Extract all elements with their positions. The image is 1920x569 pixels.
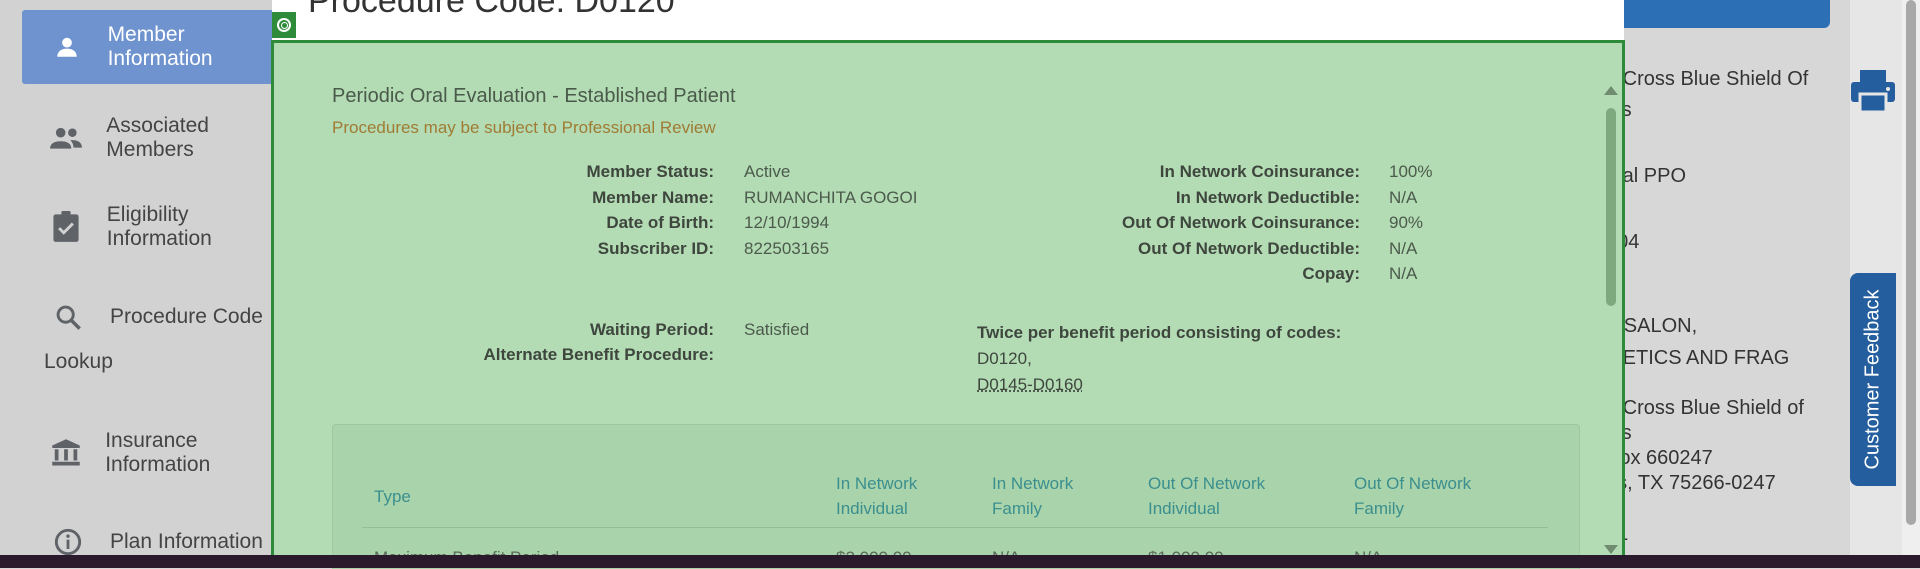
member-status-value: Active [744, 162, 790, 182]
code-item: D0120, [977, 346, 1341, 372]
in-network-deductible-value: N/A [1389, 188, 1417, 208]
table-header-type: Type [374, 484, 411, 509]
detail-text: e Cross Blue Shield Of [1606, 67, 1808, 92]
sidebar-item-label: Member Information [108, 23, 284, 71]
code-range-link[interactable]: D0145-D0160 [977, 372, 1341, 398]
member-status-label: Member Status: [586, 162, 714, 182]
detail-text: METICS AND FRAG [1606, 346, 1789, 371]
modal-title: Procedure Code: D0120 [308, 0, 675, 21]
modal-scrollbar-thumb[interactable] [1606, 108, 1616, 306]
waiting-period-label: Waiting Period: [590, 320, 714, 340]
scroll-up-arrow-icon[interactable] [1604, 86, 1618, 95]
out-of-network-deductible-label: Out Of Network Deductible: [1138, 239, 1360, 259]
sidebar-item-associated-members[interactable]: Associated Members [22, 118, 284, 158]
detail-text: as, TX 75266-0247 [1606, 471, 1776, 496]
alternate-benefit-label: Alternate Benefit Procedure: [484, 345, 715, 365]
header-line: Out Of Network [1148, 471, 1265, 496]
header-line: Individual [1148, 496, 1265, 521]
in-network-coinsurance-label: In Network Coinsurance: [1160, 162, 1360, 182]
sidebar-item-label: Plan Information [110, 530, 263, 554]
review-note: Procedures may be subject to Professiona… [332, 118, 716, 138]
customer-feedback-label: Customer Feedback [1862, 289, 1885, 469]
group-icon [48, 118, 84, 158]
procedure-name: Periodic Oral Evaluation - Established P… [332, 85, 736, 108]
page-scrollbar-thumb[interactable] [1906, 0, 1916, 525]
clipboard-check-icon [48, 207, 85, 247]
person-icon [48, 27, 86, 67]
sidebar-item-label: Procedure Code [110, 305, 263, 329]
frequency-codes: Twice per benefit period consisting of c… [977, 320, 1341, 398]
in-network-deductible-label: In Network Deductible: [1176, 188, 1360, 208]
table-divider [362, 527, 1548, 528]
table-header-in-network-individual: In Network Individual [836, 471, 917, 521]
date-of-birth-label: Date of Birth: [606, 213, 714, 233]
copay-value: N/A [1389, 264, 1417, 284]
bank-icon [48, 433, 83, 473]
detail-text: e Cross Blue Shield of [1606, 396, 1804, 421]
search-icon [48, 297, 88, 337]
waiting-period-value: Satisfied [744, 320, 809, 340]
sidebar-item-insurance-information[interactable]: Insurance Information [22, 433, 284, 473]
sidebar-item-procedure-code[interactable]: Procedure Code [22, 297, 284, 337]
table-header-out-of-network-family: Out Of Network Family [1354, 471, 1471, 521]
out-of-network-coinsurance-label: Out Of Network Coinsurance: [1122, 213, 1360, 233]
header-line: In Network [836, 471, 917, 496]
subscriber-id-label: Subscriber ID: [598, 239, 714, 259]
header-line: Individual [836, 496, 917, 521]
table-header-out-of-network-individual: Out Of Network Individual [1148, 471, 1265, 521]
header-line: Out Of Network [1354, 471, 1471, 496]
subscriber-id-value: 822503165 [744, 239, 829, 259]
customer-feedback-button[interactable]: Customer Feedback [1850, 273, 1896, 486]
date-of-birth-value: 12/10/1994 [744, 213, 829, 233]
out-of-network-coinsurance-value: 90% [1389, 213, 1423, 233]
sidebar-item-label: Insurance Information [105, 429, 284, 477]
sidebar: Member Information Associated Members El… [0, 0, 285, 568]
sidebar-item-label: Associated Members [106, 114, 284, 162]
sidebar-item-label: Eligibility Information [107, 203, 284, 251]
print-icon[interactable] [1848, 68, 1898, 114]
scroll-down-arrow-icon[interactable] [1604, 545, 1618, 554]
sidebar-item-eligibility-information[interactable]: Eligibility Information [22, 207, 284, 247]
in-network-coinsurance-value: 100% [1389, 162, 1432, 182]
taskbar [0, 555, 1920, 568]
header-line: In Network [992, 471, 1073, 496]
sidebar-item-lookup-text: Lookup [44, 350, 113, 374]
member-details-column: e Cross Blue Shield Of ois ntal PPO 304 … [1590, 0, 1850, 568]
out-of-network-deductible-value: N/A [1389, 239, 1417, 259]
frequency-heading: Twice per benefit period consisting of c… [977, 320, 1341, 346]
target-icon [272, 12, 296, 38]
header-line: Family [1354, 496, 1471, 521]
copay-label: Copay: [1302, 264, 1360, 284]
header-line: Family [992, 496, 1073, 521]
table-header-in-network-family: In Network Family [992, 471, 1073, 521]
member-name-label: Member Name: [592, 188, 714, 208]
sidebar-item-member-information[interactable]: Member Information [22, 10, 284, 84]
member-name-value: RUMANCHITA GOGOI [744, 188, 917, 208]
